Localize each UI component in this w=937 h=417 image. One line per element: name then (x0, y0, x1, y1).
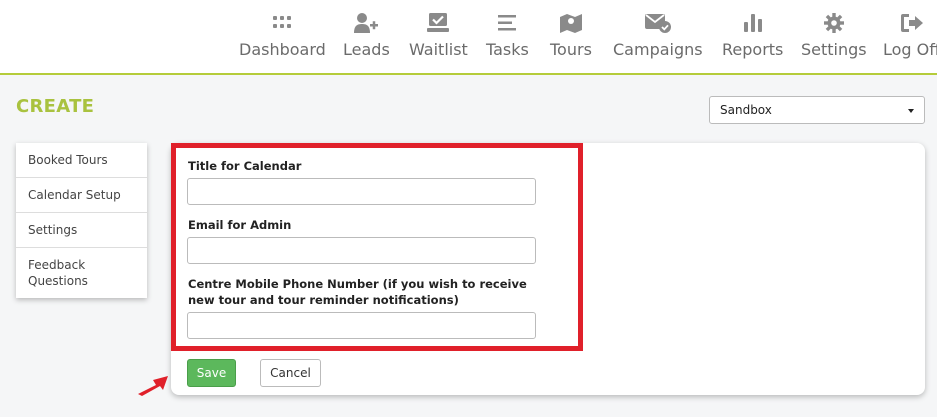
sidemenu-item-calendar-setup[interactable]: Calendar Setup (16, 178, 147, 213)
nav-tours[interactable]: Tours (550, 12, 592, 59)
nav-label: Tours (550, 40, 592, 59)
sidemenu-item-feedback-questions[interactable]: Feedback Questions (16, 248, 147, 298)
nav-settings[interactable]: Settings (801, 12, 867, 59)
nav-label: Dashboard (239, 40, 326, 59)
nav-label: Settings (801, 40, 867, 59)
side-menu: Booked Tours Calendar Setup Settings Fee… (16, 143, 147, 298)
email-label: Email for Admin (188, 218, 292, 232)
caret-down-icon (908, 109, 914, 113)
phone-label: Centre Mobile Phone Number (if you wish … (188, 277, 527, 307)
sign-out-icon (900, 12, 923, 34)
arrow-pointer-icon (138, 376, 168, 396)
nav-leads[interactable]: Leads (343, 12, 390, 59)
save-button[interactable]: Save (187, 359, 236, 387)
nav-tasks[interactable]: Tasks (486, 12, 529, 59)
nav-label: Campaigns (613, 40, 703, 59)
nav-dashboard[interactable]: Dashboard (239, 12, 326, 59)
bar-chart-icon (743, 12, 762, 34)
page-title: CREATE (16, 96, 95, 117)
list-lines-icon (498, 12, 517, 34)
title-input[interactable] (187, 178, 536, 205)
phone-input[interactable] (187, 312, 536, 339)
nav-label: Log Off (883, 40, 937, 59)
cancel-button[interactable]: Cancel (260, 359, 321, 387)
top-nav: Dashboard Leads Waitlist Tasks Tours Cam… (0, 0, 937, 75)
envelope-check-icon (644, 12, 671, 34)
map-pin-icon (559, 12, 582, 34)
tray-check-icon (427, 12, 450, 34)
title-label: Title for Calendar (188, 159, 302, 173)
nav-campaigns[interactable]: Campaigns (613, 12, 703, 59)
nav-label: Tasks (486, 40, 529, 59)
nav-log-off[interactable]: Log Off (883, 12, 937, 59)
centre-select-value: Sandbox (720, 103, 772, 117)
nav-label: Waitlist (409, 40, 468, 59)
nav-label: Leads (343, 40, 390, 59)
gear-icon (823, 12, 844, 34)
centre-select[interactable]: Sandbox (709, 96, 925, 124)
nav-waitlist[interactable]: Waitlist (409, 12, 468, 59)
nav-reports[interactable]: Reports (722, 12, 783, 59)
sidemenu-item-booked-tours[interactable]: Booked Tours (16, 143, 147, 178)
email-input[interactable] (187, 237, 536, 264)
nav-label: Reports (722, 40, 784, 59)
sidemenu-item-settings[interactable]: Settings (16, 213, 147, 248)
add-user-icon (354, 12, 379, 34)
grid-icon (273, 12, 292, 34)
